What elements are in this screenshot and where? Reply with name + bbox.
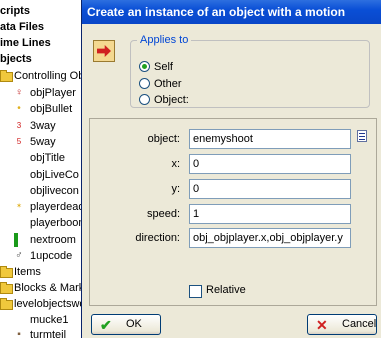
dialog-title[interactable]: Create an instance of an object with a m…: [82, 0, 381, 24]
object-field[interactable]: enemyshoot: [189, 129, 351, 149]
folder-icon: [0, 298, 13, 310]
radio-checked-icon[interactable]: [139, 61, 150, 72]
tree-item-label: Blocks & Mark: [14, 282, 84, 294]
radio-label: Object:: [154, 94, 189, 106]
relative-checkbox[interactable]: [189, 285, 202, 298]
tree-item-label: playerdead: [30, 201, 84, 213]
menu-line-icon: [359, 133, 365, 134]
checkmark-icon: ✔: [100, 317, 112, 333]
resource-tree[interactable]: cripts ata Files ime Lines bjects Contro…: [0, 0, 84, 338]
y-field[interactable]: 0: [189, 179, 351, 199]
folder-icon: [0, 282, 13, 294]
playerdead-sprite-icon: ✶: [16, 203, 22, 210]
folder-icon: [0, 70, 13, 82]
tree-item-label: objLiveCo: [30, 169, 79, 181]
tree-item-label: objlivecon: [30, 185, 79, 197]
tree-item-label: turmteil: [30, 329, 67, 338]
nextroom-sprite-icon: [14, 233, 18, 247]
tree-item-label: objPlayer: [30, 87, 76, 99]
arrow-icon: [97, 45, 111, 57]
radio-icon[interactable]: [139, 78, 150, 89]
tree-item-label: playerboom: [30, 217, 84, 229]
object-picker-menu-icon[interactable]: [356, 129, 370, 143]
cancel-button[interactable]: ✕ Cancel: [307, 314, 377, 335]
x-label: x:: [171, 158, 180, 170]
y-label: y:: [171, 183, 180, 195]
tree-item-label: Controlling Ob: [14, 70, 84, 82]
radio-label: Self: [154, 61, 173, 73]
cancel-button-label: Cancel: [342, 318, 377, 330]
object-label: object:: [147, 133, 180, 145]
ok-button-label: OK: [126, 318, 142, 330]
speed-label: speed:: [146, 208, 180, 220]
relative-label[interactable]: Relative: [206, 284, 246, 296]
x-field[interactable]: 0: [189, 154, 351, 174]
radio-label: Other: [154, 78, 182, 90]
create-instance-motion-dialog: Create an instance of an object with a m…: [81, 0, 381, 338]
radio-icon[interactable]: [139, 94, 150, 105]
direction-label: direction:: [135, 232, 180, 244]
menu-line-icon: [359, 139, 365, 140]
menu-line-icon: [359, 136, 365, 137]
tree-item-label: 3way: [30, 120, 56, 132]
tree-item-label: cripts: [0, 5, 30, 17]
direction-field[interactable]: obj_objplayer.x,obj_objplayer.y: [189, 228, 351, 248]
applies-to-legend: Applies to: [140, 34, 189, 46]
create-motion-action-icon: [93, 40, 115, 62]
bullet-sprite-icon: •: [17, 103, 21, 114]
tree-item-label: bjects: [0, 53, 32, 65]
5way-sprite-icon: 5: [16, 137, 22, 146]
close-icon: ✕: [316, 317, 328, 333]
tree-item-label: objBullet: [30, 103, 73, 115]
applies-to-group: Applies to Self Other Object:: [130, 34, 370, 108]
tree-item-label: Items: [14, 266, 41, 278]
tree-item-label: mucke1: [30, 314, 69, 326]
tree-item-label: objTitle: [30, 152, 66, 164]
tree-item-label: levelobjectswo: [14, 298, 84, 310]
tree-item-label: 1upcode: [30, 250, 73, 262]
tree-item-label: nextroom: [30, 234, 76, 246]
action-parameters-panel: object: enemyshoot x: 0 y: 0 speed: 1 di…: [89, 118, 377, 306]
3way-sprite-icon: 3: [16, 121, 22, 130]
turmteil-sprite-icon: ▪: [17, 329, 21, 338]
tree-item-label: 5way: [30, 136, 56, 148]
tree-item-label: ata Files: [0, 21, 45, 33]
tree-item-label: ime Lines: [0, 37, 51, 49]
folder-icon: [0, 266, 13, 278]
player-sprite-icon: ♀: [15, 87, 23, 98]
1upcode-sprite-icon: ♂: [15, 250, 23, 261]
ok-button[interactable]: ✔ OK: [91, 314, 161, 335]
speed-field[interactable]: 1: [189, 204, 351, 224]
